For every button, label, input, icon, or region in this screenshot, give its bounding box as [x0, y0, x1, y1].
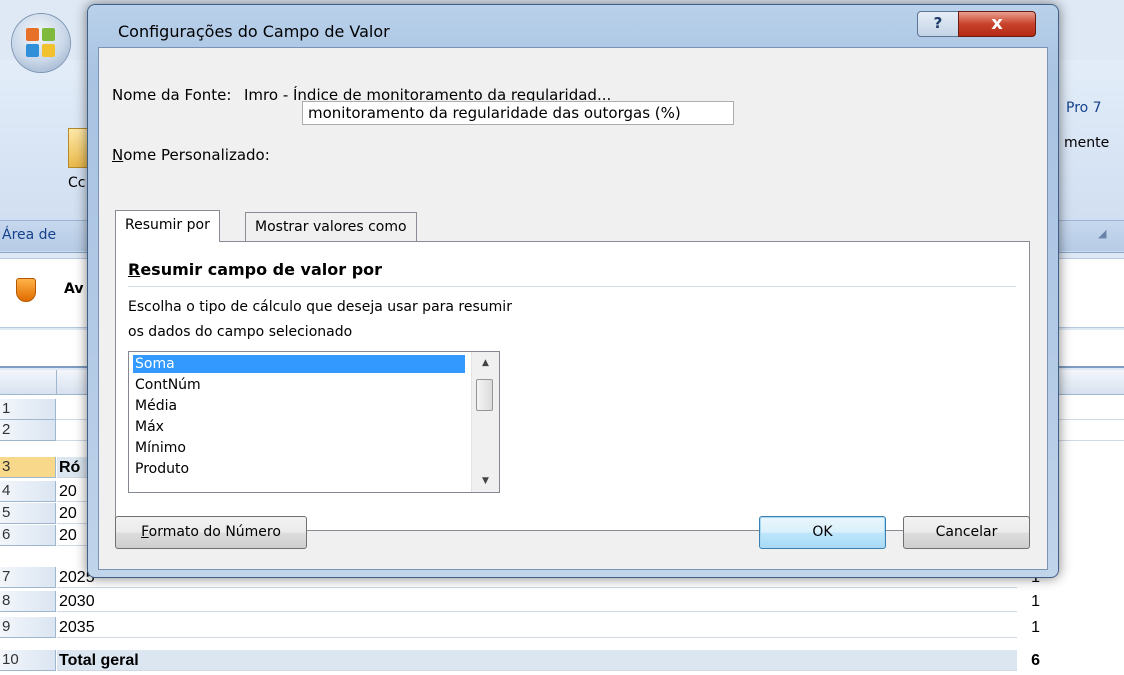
pivot-total-value[interactable]: 6: [1031, 650, 1040, 671]
pivot-row-label[interactable]: 2030: [57, 591, 1017, 612]
shield-icon: [16, 278, 36, 302]
row-header[interactable]: 7: [0, 567, 56, 588]
row-header[interactable]: 6: [0, 525, 56, 546]
section-title: Resumir campo de valor por: [128, 260, 382, 279]
select-all-corner[interactable]: [0, 370, 57, 395]
list-item-contnum[interactable]: ContNúm: [133, 376, 465, 394]
security-message-text: Av: [64, 281, 84, 297]
section-divider: [128, 286, 1016, 287]
scroll-down-arrow-icon[interactable]: ▼: [472, 470, 499, 492]
list-item-soma[interactable]: Soma: [133, 355, 465, 373]
dialog-titlebar[interactable]: Configurações do Campo de Valor ? x: [88, 5, 1058, 47]
list-item-produto[interactable]: Produto: [133, 460, 465, 478]
custom-name-label-text: ome Personalizado:: [123, 146, 270, 164]
row-header[interactable]: 3: [0, 457, 56, 478]
row-header[interactable]: 4: [0, 481, 56, 502]
scroll-up-arrow-icon[interactable]: ▲: [472, 352, 499, 374]
dialog-launcher-icon[interactable]: ◢: [1098, 227, 1106, 240]
number-format-label: ormato do Número: [148, 524, 281, 540]
ok-button[interactable]: OK: [759, 516, 886, 549]
row-header[interactable]: 10: [0, 650, 56, 671]
tab-panel: Resumir campo de valor por Escolha o tip…: [115, 241, 1030, 531]
custom-name-label: Nome Personalizado:: [112, 146, 270, 164]
tab-show-values-as[interactable]: Mostrar valores como: [245, 212, 417, 242]
listbox-scrollbar[interactable]: ▲ ▼: [471, 352, 499, 492]
ribbon-tab-partial[interactable]: Pro 7: [1066, 100, 1102, 116]
instruction-line-2: os dados do campo selecionado: [128, 324, 353, 340]
scroll-thumb[interactable]: [476, 379, 493, 411]
pivot-value[interactable]: 1: [1031, 591, 1040, 612]
source-name-label: Nome da Fonte:: [112, 86, 232, 104]
summary-function-listbox[interactable]: Soma ContNúm Média Máx Mínimo Produto ▲ …: [128, 351, 500, 493]
list-item-minimo[interactable]: Mínimo: [133, 439, 465, 457]
instruction-line-1: Escolha o tipo de cálculo que deseja usa…: [128, 299, 512, 315]
row-header[interactable]: 1: [0, 399, 56, 420]
tab-summarize-by[interactable]: Resumir por: [115, 210, 220, 242]
custom-name-accelerator: N: [112, 146, 124, 164]
help-button[interactable]: ?: [917, 11, 959, 37]
row-header[interactable]: 5: [0, 503, 56, 524]
cancel-button[interactable]: Cancelar: [903, 516, 1030, 549]
pivot-row-label[interactable]: 2035: [57, 617, 1017, 638]
section-title-accelerator: R: [128, 260, 141, 279]
office-button[interactable]: [12, 14, 70, 72]
row-header[interactable]: 9: [0, 617, 56, 638]
row-header[interactable]: 2: [0, 420, 56, 441]
value-field-settings-dialog: Configurações do Campo de Valor ? x Nome…: [87, 4, 1059, 578]
ribbon-command-left-partial[interactable]: Cc: [68, 175, 85, 191]
number-format-accelerator: F: [141, 524, 149, 540]
pivot-total-label[interactable]: Total geral: [57, 650, 1017, 671]
dialog-title: Configurações do Campo de Valor: [118, 22, 390, 41]
ribbon-group-label: Área de: [2, 227, 57, 243]
number-format-button[interactable]: Formato do Número: [115, 516, 307, 549]
dialog-client-area: Nome da Fonte: Imro - Índice de monitora…: [98, 47, 1048, 570]
list-item-media[interactable]: Média: [133, 397, 465, 415]
section-title-text: esumir campo de valor por: [140, 260, 383, 279]
list-item-max[interactable]: Máx: [133, 418, 465, 436]
close-button[interactable]: x: [958, 11, 1036, 37]
office-logo-icon: [26, 28, 56, 58]
pivot-value[interactable]: 1: [1031, 617, 1040, 638]
ribbon-command-partial[interactable]: mente: [1064, 135, 1109, 151]
row-header[interactable]: 8: [0, 591, 56, 612]
custom-name-input[interactable]: [302, 101, 734, 125]
